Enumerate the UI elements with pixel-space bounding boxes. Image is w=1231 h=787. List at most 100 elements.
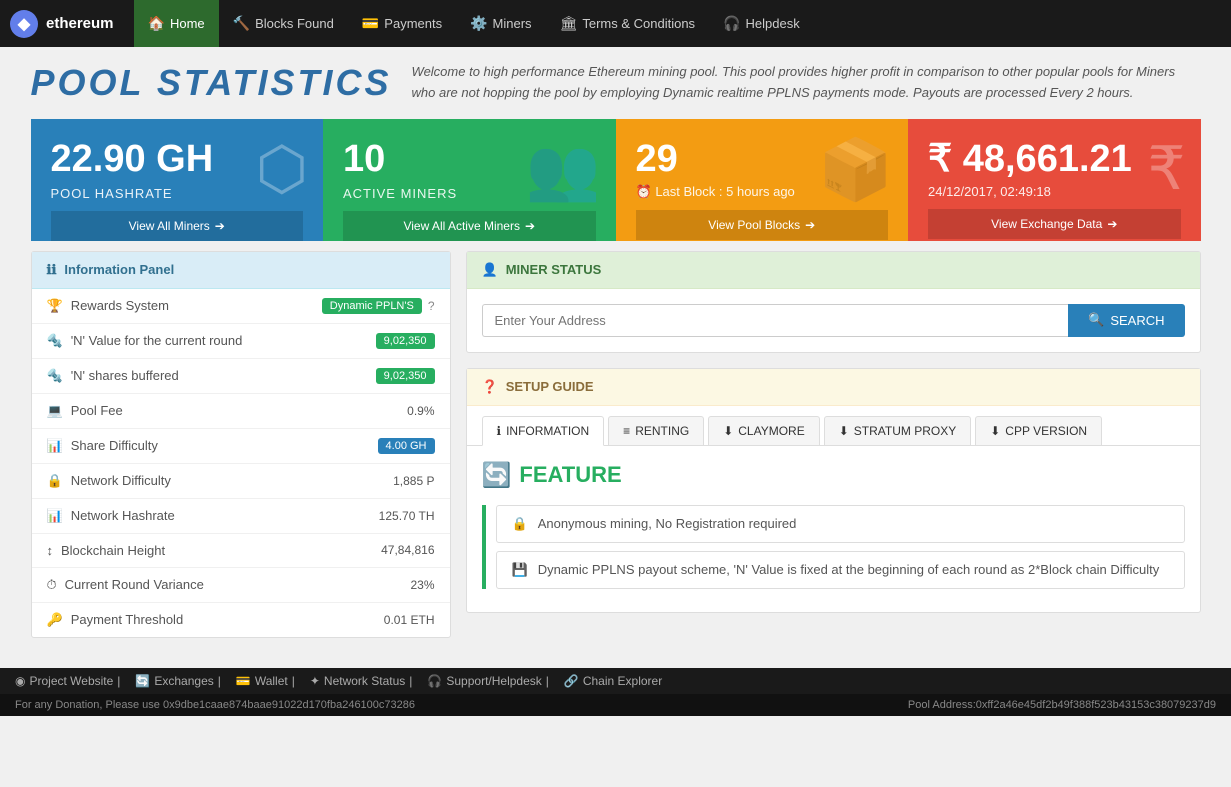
brand-name: ethereum: [46, 15, 114, 32]
network-diff-value: 1,885 P: [393, 474, 434, 488]
exchange-sublabel: 24/12/2017, 02:49:18: [928, 184, 1181, 199]
hashrate-link[interactable]: View All Miners ➔: [51, 211, 304, 241]
miners-link[interactable]: View All Active Miners ➔: [343, 211, 596, 241]
support-icon: 🎧: [427, 674, 442, 688]
pool-header: POOL STATISTICS Welcome to high performa…: [31, 62, 1201, 104]
search-row: 🔍 SEARCH: [467, 289, 1200, 352]
miners-icon: 👥: [526, 134, 601, 205]
nav-home[interactable]: Home: [134, 0, 219, 47]
miner-status-panel: 👤 MINER STATUS 🔍 SEARCH: [466, 251, 1201, 353]
info-row-n-shares: 🔩 'N' shares buffered 9,02,350: [32, 359, 450, 394]
bottom-link-website[interactable]: ◉ Project Website |: [15, 674, 120, 688]
info-row-n-value: 🔩 'N' Value for the current round 9,02,3…: [32, 324, 450, 359]
n-value-label: 🔩 'N' Value for the current round: [47, 333, 243, 349]
hashrate-link-text: View All Miners: [129, 219, 210, 233]
setup-content: 🔄 FEATURE 🔒 Anonymous mining, No Registr…: [467, 446, 1200, 612]
address-input[interactable]: [482, 304, 1069, 337]
info-row-pool-fee: 💻 Pool Fee 0.9%: [32, 394, 450, 429]
info-row-blockchain: ↕ Blockchain Height 47,84,816: [32, 534, 450, 568]
tab-claymore-label: CLAYMORE: [738, 424, 804, 438]
brand: ◆ ethereum: [10, 10, 114, 38]
bottom-link-explorer[interactable]: 🔗 Chain Explorer: [564, 674, 662, 688]
info-row-share-diff: 📊 Share Difficulty 4.00 GH: [32, 429, 450, 464]
info-panel-icon: ℹ: [47, 262, 57, 278]
help-question-icon[interactable]: ?: [428, 299, 435, 313]
blockchain-label: ↕ Blockchain Height: [47, 543, 166, 558]
exchange-link[interactable]: View Exchange Data ➔: [928, 209, 1181, 239]
share-diff-badge: 4.00 GH: [378, 438, 435, 454]
nav-payments-label: Payments: [384, 16, 442, 31]
nav-blocks[interactable]: Blocks Found: [219, 0, 348, 47]
tab-cpp-icon: ⬇: [990, 424, 1000, 438]
n-value-badge: 9,02,350: [376, 333, 435, 349]
rewards-badge: Dynamic PPLN'S: [322, 298, 422, 314]
miner-status-icon: 👤: [482, 262, 498, 278]
nav-help[interactable]: Helpdesk: [709, 0, 814, 47]
info-row-payment: 🔑 Payment Threshold 0.01 ETH: [32, 603, 450, 637]
tab-info-icon: ℹ: [497, 424, 502, 438]
left-panel: ℹ Information Panel 🏆 Rewards System Dyn…: [31, 251, 451, 653]
tabs-row: ℹ INFORMATION ≡ RENTING ⬇ CLAYMORE ⬇ STR…: [467, 406, 1200, 446]
n-shares-badge: 9,02,350: [376, 368, 435, 384]
search-button[interactable]: 🔍 SEARCH: [1068, 304, 1184, 337]
pool-fee-label: 💻 Pool Fee: [47, 403, 123, 419]
payment-label: 🔑 Payment Threshold: [47, 612, 184, 628]
info-panel-title: Information Panel: [64, 262, 174, 277]
miner-status-title: MINER STATUS: [506, 262, 602, 277]
tab-info-label: INFORMATION: [506, 424, 589, 438]
network-diff-icon: 🔒: [47, 473, 63, 489]
tab-renting-icon: ≡: [623, 424, 630, 438]
bottom-link-wallet[interactable]: 💳 Wallet |: [236, 674, 295, 688]
bottom-link-support[interactable]: 🎧 Support/Helpdesk |: [427, 674, 548, 688]
nav-home-label: Home: [170, 16, 205, 31]
nav-terms[interactable]: Terms & Conditions: [546, 0, 710, 47]
navbar: ◆ ethereum Home Blocks Found Payments Mi…: [0, 0, 1231, 47]
nav-items: Home Blocks Found Payments Miners Terms …: [134, 0, 814, 47]
tab-stratum-icon: ⬇: [839, 424, 849, 438]
nav-help-label: Helpdesk: [746, 16, 800, 31]
blockchain-value: 47,84,816: [381, 543, 434, 557]
network-hash-value: 125.70 TH: [379, 509, 435, 523]
tab-stratum[interactable]: ⬇ STRATUM PROXY: [824, 416, 972, 445]
info-row-variance: ⏱ Current Round Variance 23%: [32, 568, 450, 603]
setup-guide-icon: ❓: [482, 379, 498, 395]
tab-claymore[interactable]: ⬇ CLAYMORE: [708, 416, 820, 445]
info-row-network-diff: 🔒 Network Difficulty 1,885 P: [32, 464, 450, 499]
tab-information[interactable]: ℹ INFORMATION: [482, 416, 605, 446]
tab-cpp[interactable]: ⬇ CPP VERSION: [975, 416, 1102, 445]
arrow-icon3: ➔: [805, 218, 815, 232]
blocks-link[interactable]: View Pool Blocks ➔: [636, 210, 889, 240]
nav-payments[interactable]: Payments: [348, 0, 456, 47]
tab-claymore-icon: ⬇: [723, 424, 733, 438]
rewards-label: 🏆 Rewards System: [47, 298, 169, 314]
info-row-network-hash: 📊 Network Hashrate 125.70 TH: [32, 499, 450, 534]
nav-miners-label: Miners: [493, 16, 532, 31]
share-diff-label: 📊 Share Difficulty: [47, 438, 158, 454]
bottom-bar: ◉ Project Website | 🔄 Exchanges | 💳 Wall…: [0, 668, 1231, 694]
search-button-label: SEARCH: [1110, 313, 1164, 328]
bottom-link-exchanges[interactable]: 🔄 Exchanges |: [135, 674, 220, 688]
network-hash-icon: 📊: [47, 508, 63, 524]
feature-title: 🔄 FEATURE: [482, 461, 1185, 490]
exchanges-icon: 🔄: [135, 674, 150, 688]
stat-card-blocks: 29 ⏰ Last Block : 5 hours ago 📦 View Poo…: [616, 119, 909, 241]
blockchain-icon: ↕: [47, 543, 54, 558]
explorer-icon: 🔗: [564, 674, 579, 688]
bottom-links: ◉ Project Website | 🔄 Exchanges | 💳 Wall…: [15, 674, 662, 688]
donation-bar: For any Donation, Please use 0x9dbe1caae…: [0, 694, 1231, 716]
share-diff-icon: 📊: [47, 438, 63, 454]
bottom-link-network[interactable]: ✦ Network Status |: [310, 674, 413, 688]
blocks-link-text: View Pool Blocks: [708, 218, 800, 232]
info-panel-header: ℹ Information Panel: [32, 252, 450, 289]
tab-renting[interactable]: ≡ RENTING: [608, 416, 704, 445]
n-shares-label: 🔩 'N' shares buffered: [47, 368, 179, 384]
info-row-rewards: 🏆 Rewards System Dynamic PPLN'S ?: [32, 289, 450, 324]
pool-title: POOL STATISTICS: [31, 62, 392, 104]
nav-miners[interactable]: Miners: [456, 0, 545, 47]
tab-cpp-label: CPP VERSION: [1005, 424, 1087, 438]
trophy-icon: 🏆: [47, 298, 63, 314]
pool-desc: Welcome to high performance Ethereum min…: [412, 62, 1201, 104]
stat-card-miners: 10 ACTIVE MINERS 👥 View All Active Miner…: [323, 119, 616, 241]
pool-fee-value: 0.9%: [407, 404, 434, 418]
feature-lock-icon: 🔒: [512, 516, 528, 532]
